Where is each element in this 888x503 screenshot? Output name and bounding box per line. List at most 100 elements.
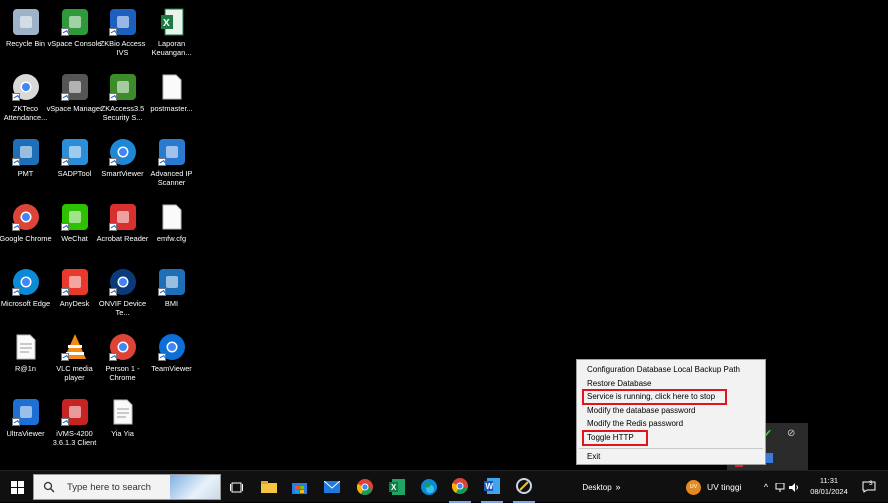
desktop-icon[interactable]: Microsoft Edge xyxy=(1,262,50,324)
search-icon xyxy=(43,481,55,493)
desktop-icon[interactable]: vSpace Console xyxy=(48,2,101,64)
taskbar-chrome[interactable] xyxy=(354,471,376,503)
taskbar-edge[interactable] xyxy=(418,471,440,503)
taskbar: Type here to search X W Desktop » UV UV … xyxy=(0,470,888,503)
desktop-icon[interactable]: WeChat xyxy=(50,197,99,259)
taskbar-file-explorer[interactable] xyxy=(258,471,280,503)
desktop-icon[interactable]: ONVIF Device Te... xyxy=(98,262,147,324)
blank-file-icon xyxy=(157,72,187,102)
desktop-icon[interactable]: emfw.cfg xyxy=(147,197,196,259)
windows-logo-icon xyxy=(10,480,24,494)
svg-text:X: X xyxy=(163,18,170,29)
shortcut-arrow-icon xyxy=(11,158,20,166)
chrome-icon xyxy=(357,479,373,495)
desktop-icon[interactable]: Google Chrome xyxy=(0,197,52,259)
recycle-bin-icon xyxy=(11,7,41,37)
volume-icon[interactable] xyxy=(788,471,800,503)
desktop-icon[interactable]: ZKTeco Attendance... xyxy=(1,67,50,129)
shortcut-arrow-icon xyxy=(108,223,117,231)
weather-widget[interactable]: UV UV tinggi xyxy=(686,471,746,503)
svg-text:W: W xyxy=(486,482,494,491)
zkteco-clock-icon xyxy=(11,72,41,102)
notification-center-button[interactable]: 3 xyxy=(858,471,880,503)
shortcut-arrow-icon xyxy=(60,418,69,426)
chrome-profile-icon xyxy=(108,332,138,362)
shortcut-arrow-icon xyxy=(11,288,20,296)
taskbar-excel[interactable]: X xyxy=(386,471,408,503)
tray-context-menu: Configuration Database Local Backup Path… xyxy=(576,359,766,465)
text-file-icon xyxy=(11,332,41,362)
desktop-icon-label: Yia Yia xyxy=(111,429,134,438)
desktop-icon[interactable]: R@1n xyxy=(1,327,50,389)
sadptool-icon xyxy=(60,137,90,167)
zkaccess-icon xyxy=(108,72,138,102)
desktop-icon[interactable]: UltraViewer xyxy=(1,392,50,454)
taskbar-mail[interactable] xyxy=(321,471,343,503)
excel-icon: X xyxy=(389,479,405,495)
edge-icon xyxy=(11,267,41,297)
desktop-icon-label: postmaster... xyxy=(150,104,193,113)
shortcut-arrow-icon xyxy=(60,28,69,36)
search-box[interactable]: Type here to search xyxy=(33,474,221,500)
desktop-icon[interactable]: postmaster... xyxy=(147,67,196,129)
desktop-icon[interactable]: X Laporan Keuangan... xyxy=(147,2,196,64)
clock[interactable]: 11:31 08/01/2024 xyxy=(800,475,858,497)
vlc-icon xyxy=(60,332,90,362)
excel-file-icon: X xyxy=(157,7,187,37)
taskbar-chrome-2[interactable] xyxy=(449,471,471,503)
store-icon xyxy=(291,483,307,494)
network-icon[interactable] xyxy=(774,471,786,503)
acrobat-icon xyxy=(108,202,138,232)
vspace-console-icon xyxy=(60,7,90,37)
shortcut-arrow-icon xyxy=(60,93,69,101)
shortcut-arrow-icon xyxy=(157,158,166,166)
desktop-icon[interactable]: TeamViewer xyxy=(147,327,196,389)
desktop-icon[interactable]: Yia Yia xyxy=(98,392,147,454)
chrome-icon xyxy=(452,478,468,494)
desktop-icon[interactable]: Recycle Bin xyxy=(1,2,50,64)
shortcut-arrow-icon xyxy=(60,158,69,166)
desktop-icon[interactable]: iVMS-4200 3.6.1.3 Client xyxy=(50,392,99,454)
desktop-icon-label: BMI xyxy=(164,299,179,308)
task-view-button[interactable] xyxy=(226,471,246,503)
desktop-icon[interactable]: ZKBio Access IVS xyxy=(98,2,147,64)
tray-hidden-eye-icon[interactable]: ⊘ xyxy=(787,429,799,439)
ivms-icon xyxy=(60,397,90,427)
shortcut-arrow-icon xyxy=(60,353,69,361)
desktop-icon-label: Laporan Keuangan... xyxy=(151,39,192,57)
desktop-toolbar-label[interactable]: Desktop xyxy=(578,471,616,503)
desktop-icon[interactable]: PMT xyxy=(1,132,50,194)
desktop-icon[interactable]: Advanced IP Scanner xyxy=(147,132,196,194)
mail-icon xyxy=(324,481,340,493)
desktop-icon[interactable]: ZKAccess3.5 Security S... xyxy=(98,67,147,129)
desktop-icon[interactable]: BMI xyxy=(147,262,196,324)
shortcut-arrow-icon xyxy=(157,353,166,361)
tray-expand-chevron-icon[interactable]: ^ xyxy=(760,471,772,503)
ultraviewer-icon xyxy=(11,397,41,427)
zkbio-access-icon xyxy=(108,7,138,37)
desktop-icon[interactable]: Acrobat Reader xyxy=(97,197,148,259)
taskbar-app-running[interactable] xyxy=(513,471,535,503)
desktop-icon[interactable]: vSpace Manager xyxy=(47,67,102,129)
menu-item-backup-path[interactable]: Configuration Database Local Backup Path xyxy=(587,364,740,376)
menu-item-exit[interactable]: Exit xyxy=(587,451,600,463)
anydesk-icon xyxy=(60,267,90,297)
shortcut-arrow-icon xyxy=(11,223,20,231)
desktop-icon[interactable]: VLC media player xyxy=(50,327,99,389)
onvif-icon xyxy=(108,267,138,297)
desktop-icon[interactable]: SADPTool xyxy=(50,132,99,194)
shortcut-arrow-icon xyxy=(11,418,20,426)
desktop-icon-label: TeamViewer xyxy=(151,364,192,373)
shortcut-arrow-icon xyxy=(108,288,117,296)
desktop-icon[interactable]: Person 1 - Chrome xyxy=(98,327,147,389)
desktop-icon[interactable]: AnyDesk xyxy=(50,262,99,324)
taskbar-word[interactable]: W xyxy=(481,471,503,503)
start-button[interactable] xyxy=(6,471,28,503)
smartviewer-icon xyxy=(108,137,138,167)
menu-item-modify-redis-password[interactable]: Modify the Redis password xyxy=(587,418,683,430)
taskbar-store[interactable] xyxy=(288,471,310,503)
chevron-right-icon[interactable]: » xyxy=(612,471,624,503)
blank-file-icon xyxy=(157,202,187,232)
desktop-icon[interactable]: SmartViewer xyxy=(98,132,147,194)
menu-item-modify-db-password[interactable]: Modify the database password xyxy=(587,405,696,417)
